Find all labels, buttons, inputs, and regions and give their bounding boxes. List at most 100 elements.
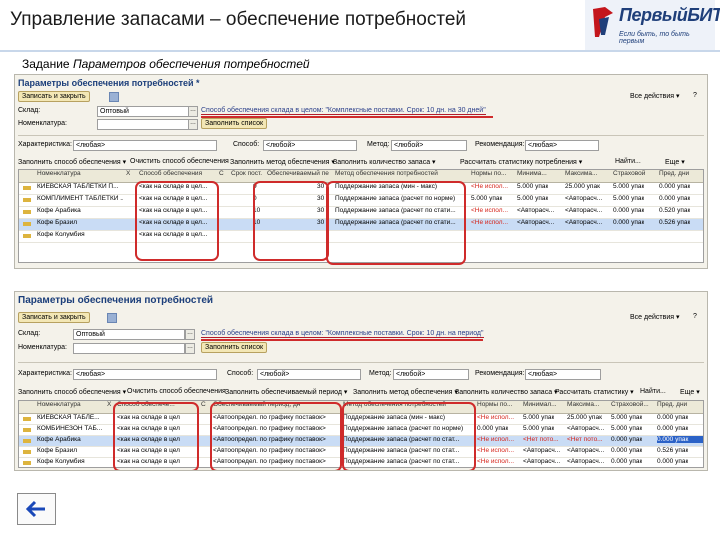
action-clear-way[interactable]: Очистить способ обеспечения (127, 388, 226, 395)
divider (18, 135, 704, 136)
row-marker-icon (23, 428, 31, 432)
warehouse-field[interactable]: Оптовый (73, 329, 185, 340)
way-filter[interactable]: <любой> (263, 140, 357, 151)
action-find[interactable]: Найти... (615, 158, 641, 165)
nomenclature-label: Номенклатура: (18, 344, 67, 351)
cell: <Не испол... (477, 447, 514, 454)
action-fill-method[interactable]: Заполнить метод обеспечения ▾ (353, 388, 458, 396)
logo-tagline: Если быть, то быть первым (619, 31, 690, 45)
cell: <Авторасч... (567, 425, 605, 432)
warehouse-label: Склад: (18, 330, 41, 337)
cell: 5.000 упак (471, 195, 503, 202)
highlight-period-column (210, 402, 342, 470)
nomenclature-select-button[interactable]: … (188, 119, 198, 130)
col-header[interactable]: Способ обеспечения (139, 170, 202, 177)
col-header[interactable]: Х (126, 170, 130, 177)
highlight-way-column (113, 402, 199, 470)
cell-editing[interactable]: 0.000 упак (657, 436, 703, 443)
action-fill-period[interactable]: Заполнить обеспечиваемый период ▾ (225, 388, 347, 396)
action-clear-way[interactable]: Очистить способ обеспечения (130, 158, 229, 165)
save-icon[interactable] (109, 92, 119, 102)
action-fill-way[interactable]: Заполнить способ обеспечения ▾ (18, 158, 126, 166)
save-icon[interactable] (107, 313, 117, 323)
method-underline (201, 339, 483, 341)
warehouse-method-link[interactable]: Способ обеспечения склада в целом: "Комп… (201, 107, 486, 115)
col-header[interactable]: Пред. дни (659, 170, 689, 177)
recommendation-filter[interactable]: <любая> (525, 369, 601, 380)
col-header[interactable]: С (219, 170, 224, 177)
cell: 0.000 упак (659, 183, 691, 190)
characteristic-filter[interactable]: <любая> (73, 140, 217, 151)
action-find[interactable]: Найти... (640, 388, 666, 395)
characteristic-label: Характеристика: (18, 370, 72, 377)
save-close-button[interactable]: Записать и закрыть (18, 312, 90, 323)
col-header[interactable]: Минима... (517, 170, 547, 177)
warehouse-select-button[interactable]: … (188, 106, 198, 117)
logo-mark-icon (593, 7, 613, 37)
action-fill-method[interactable]: Заполнить метод обеспечения ▾ (230, 158, 335, 166)
col-header[interactable]: Максима... (565, 170, 597, 177)
save-close-button[interactable]: Записать и закрыть (18, 91, 90, 102)
nomenclature-label: Номенклатура: (18, 120, 67, 127)
cell: 0.000 упак (613, 207, 645, 214)
col-header[interactable]: Метод обеспечения потребностей (335, 170, 465, 177)
help-icon[interactable]: ? (693, 313, 697, 320)
cell: 5.000 упак (613, 183, 645, 190)
cell: 0.520 упак (659, 207, 691, 214)
col-header[interactable]: Нормы по... (471, 170, 506, 177)
cell: 0.000 упак (611, 447, 643, 454)
way-filter[interactable]: <любой> (257, 369, 361, 380)
slide-header: Управление запасами – обеспечение потреб… (0, 0, 720, 52)
cell: 0.000 упак (611, 436, 643, 443)
cell: <Авторасч... (567, 447, 605, 454)
cell: 0.526 упак (659, 219, 691, 226)
col-header[interactable]: Номенклатура (37, 401, 81, 408)
help-icon[interactable]: ? (693, 92, 697, 99)
warehouse-field[interactable]: Оптовый (97, 106, 189, 117)
characteristic-filter[interactable]: <любая> (73, 369, 217, 380)
header-divider (0, 50, 720, 52)
recommendation-filter[interactable]: <любая> (525, 140, 599, 151)
slide-title: Управление запасами – обеспечение потреб… (10, 9, 467, 30)
nomenclature-field[interactable] (73, 343, 185, 354)
col-header[interactable]: Срок пост. (231, 170, 262, 177)
col-header[interactable]: Страховой (613, 170, 645, 177)
col-header[interactable]: Нормы по... (477, 401, 512, 408)
action-fill-stock[interactable]: Заполнить количество запаса ▾ (333, 158, 436, 166)
action-more[interactable]: Еще ▾ (665, 158, 685, 166)
action-calc-stats[interactable]: Рассчитать статистику потребления ▾ (460, 158, 582, 166)
col-header[interactable]: Пред. дни (657, 401, 687, 408)
fill-list-button[interactable]: Заполнить список (201, 118, 268, 129)
warehouse-select-button[interactable]: … (185, 329, 195, 340)
cell: 25.000 упак (567, 414, 602, 421)
method-filter[interactable]: <любой> (393, 369, 469, 380)
method-label: Метод: (367, 141, 390, 148)
nomenclature-select-button[interactable]: … (185, 343, 195, 354)
col-header[interactable]: Минимал... (523, 401, 557, 408)
col-header[interactable]: Максима... (567, 401, 599, 408)
col-header[interactable]: Обеспечиваемый период (267, 170, 329, 177)
col-header[interactable]: Х (107, 401, 111, 408)
cell: <Не испол... (471, 207, 508, 214)
action-fill-stock[interactable]: Заполнить количество запаса ▾ (455, 388, 558, 396)
action-fill-way[interactable]: Заполнить способ обеспечения ▾ (18, 388, 126, 396)
action-more[interactable]: Еще ▾ (680, 388, 700, 396)
col-header[interactable]: С (201, 401, 206, 408)
method-filter[interactable]: <любой> (391, 140, 467, 151)
all-actions-menu[interactable]: Все действия ▾ (630, 313, 679, 321)
fill-list-button[interactable]: Заполнить список (201, 342, 268, 353)
cell: 0.000 упак (613, 219, 645, 226)
cell: Кофе Арабика (37, 436, 81, 443)
col-header[interactable]: Номенклатура (37, 170, 81, 177)
all-actions-menu[interactable]: Все действия ▾ (630, 92, 679, 100)
action-calc-stats[interactable]: Рассчитать статистику ▾ (555, 388, 634, 396)
col-header[interactable]: Страховой... (611, 401, 649, 408)
method-underline (201, 116, 493, 118)
nomenclature-field[interactable] (97, 119, 189, 130)
cell: 0.000 упак (657, 425, 689, 432)
back-button[interactable] (17, 493, 56, 525)
cell: 0.000 упак (611, 458, 643, 465)
cell: 0.526 упак (657, 447, 689, 454)
row-marker-icon (23, 198, 31, 202)
warehouse-method-link[interactable]: Способ обеспечения склада в целом: "Комп… (201, 330, 484, 338)
